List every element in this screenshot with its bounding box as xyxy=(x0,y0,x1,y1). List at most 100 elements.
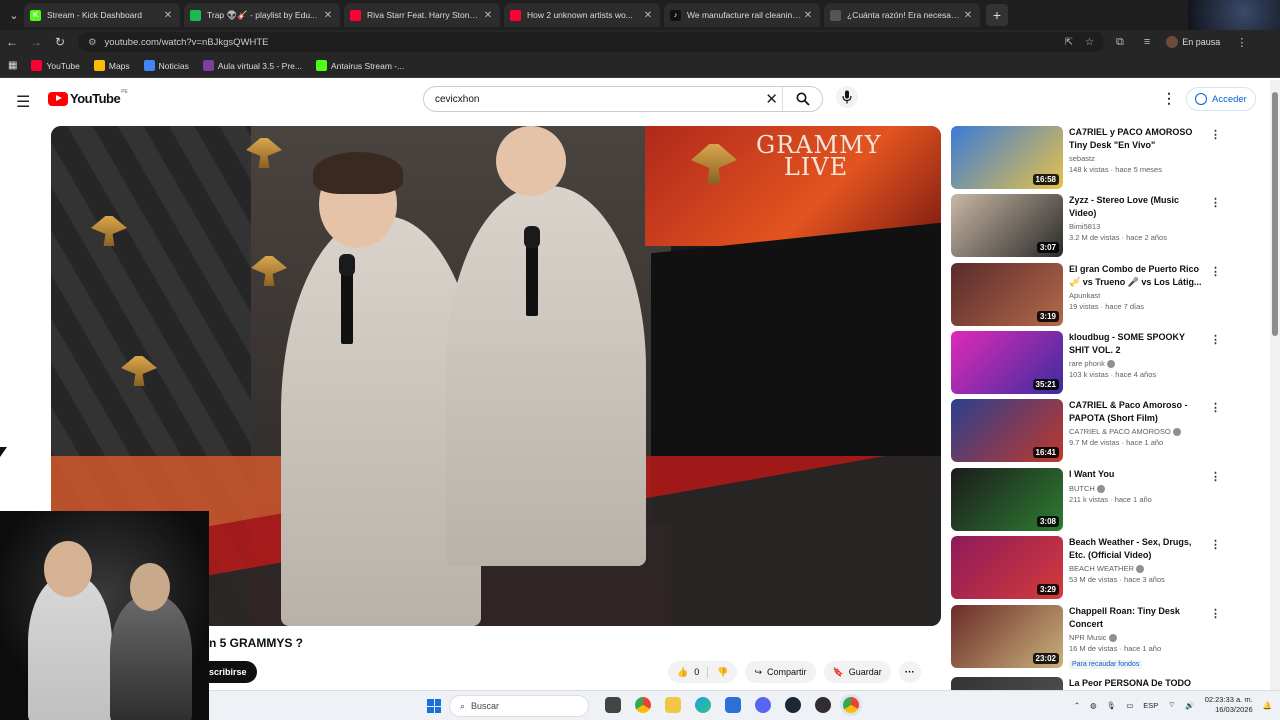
recommendation-item[interactable]: 3:19 El gran Combo de Puerto Rico 🎺 vs Tr… xyxy=(951,263,1221,327)
notification-bell-icon[interactable]: 🔔 xyxy=(1263,701,1272,710)
recommendation-thumbnail[interactable]: 23:02 xyxy=(951,605,1063,668)
close-tab-icon[interactable]: ✕ xyxy=(642,10,654,21)
browser-tab[interactable]: Riva Starr Feat. Harry Stone - I... ✕ xyxy=(344,3,500,27)
recommendation-title[interactable]: kloudbug - SOME SPOOKY SHIT VOL. 2 xyxy=(1069,331,1207,356)
close-tab-icon[interactable]: ✕ xyxy=(482,10,494,21)
close-tab-icon[interactable]: ✕ xyxy=(802,10,814,21)
recommendation-menu-icon[interactable]: ⋮ xyxy=(1210,265,1221,278)
recommendation-title[interactable]: Zyzz - Stereo Love (Music Video) xyxy=(1069,194,1207,219)
page-scrollbar[interactable] xyxy=(1270,80,1280,690)
network-icon[interactable]: ◍ xyxy=(1090,701,1097,710)
recommendation-channel[interactable]: BEACH WEATHER xyxy=(1069,564,1207,574)
search-input[interactable]: cevicxhon xyxy=(435,94,479,105)
recommendation-thumbnail[interactable]: 3:07 xyxy=(951,194,1063,257)
close-tab-icon[interactable]: ✕ xyxy=(962,10,974,21)
recommendation-item[interactable]: 35:21 kloudbug - SOME SPOOKY SHIT VOL. 2 r… xyxy=(951,331,1221,395)
close-tab-icon[interactable]: ✕ xyxy=(322,10,334,21)
browser-tab[interactable]: Trap 👽🎸 - playlist by Edu... ✕ xyxy=(184,3,340,27)
recommendation-thumbnail[interactable]: 16:41 xyxy=(951,399,1063,462)
browser-menu-icon[interactable]: ⋮ xyxy=(1236,36,1247,49)
recommendation-thumbnail[interactable]: 3:19 xyxy=(951,263,1063,326)
recommendation-item[interactable]: 16:41 CA7RIEL & Paco Amoroso - PAPOTA (Sh… xyxy=(951,399,1221,463)
new-tab-button[interactable]: + xyxy=(986,4,1008,26)
bookmark-star-icon[interactable]: ☆ xyxy=(1085,37,1094,48)
address-bar[interactable]: ⚙ youtube.com/watch?v=nBJkgsQWHTE ⇱ ☆ xyxy=(78,32,1104,52)
dislike-button[interactable]: 👎 xyxy=(708,667,737,678)
recommendation-menu-icon[interactable]: ⋮ xyxy=(1210,333,1221,346)
discord-icon[interactable] xyxy=(755,697,771,713)
bookmark-item[interactable]: Noticias xyxy=(143,60,189,71)
profile-button[interactable]: En pausa xyxy=(1166,36,1220,48)
chevron-up-icon[interactable]: ⌃ xyxy=(1074,701,1080,710)
share-button[interactable]: ↪ Compartir xyxy=(745,661,816,683)
chrome-active-icon[interactable] xyxy=(843,697,859,713)
recommendation-thumbnail[interactable]: 3:08 xyxy=(951,468,1063,531)
recommendation-thumbnail[interactable] xyxy=(951,677,1063,690)
volume-icon[interactable]: 🔊 xyxy=(1185,701,1194,710)
recommendation-item[interactable]: 23:02 Chappell Roan: Tiny Desk Concert NPR… xyxy=(951,605,1221,670)
task-view-icon[interactable] xyxy=(605,697,621,713)
scrollbar-thumb[interactable] xyxy=(1272,92,1278,336)
recommendation-title[interactable]: La Peor PERSONA De TODO xyxy=(1069,677,1207,690)
settings-kebab-icon[interactable]: ⋮ xyxy=(1162,90,1176,107)
clock[interactable]: 02:23:33 a. m. 16/03/2026 xyxy=(1205,695,1253,715)
recommendation-menu-icon[interactable]: ⋮ xyxy=(1210,196,1221,209)
bookmark-item[interactable]: Maps xyxy=(93,60,130,71)
recommendation-item[interactable]: 3:29 Beach Weather - Sex, Drugs, Etc. (Of… xyxy=(951,536,1221,600)
start-menu-icon[interactable] xyxy=(427,699,441,713)
signin-button[interactable]: Acceder xyxy=(1186,87,1256,111)
recommendation-menu-icon[interactable]: ⋮ xyxy=(1210,128,1221,141)
recommendation-channel[interactable]: sebastz xyxy=(1069,154,1207,163)
recommendation-channel[interactable]: CA7RIEL & PACO AMOROSO xyxy=(1069,427,1207,437)
tab-search-icon[interactable]: ⌄ xyxy=(4,9,24,22)
store-icon[interactable] xyxy=(725,697,741,713)
clear-search-icon[interactable]: ✕ xyxy=(765,90,778,108)
recommendation-title[interactable]: CA7RIEL & Paco Amoroso - PAPOTA (Short F… xyxy=(1069,399,1207,424)
taskbar-search[interactable]: ⌕ Buscar xyxy=(449,695,589,717)
media-icon[interactable]: ≡ xyxy=(1144,36,1150,48)
recommendation-thumbnail[interactable]: 16:58 xyxy=(951,126,1063,189)
recommendation-title[interactable]: CA7RIEL y PACO AMOROSO Tiny Desk "En Viv… xyxy=(1069,126,1207,151)
recommendation-menu-icon[interactable]: ⋮ xyxy=(1210,401,1221,414)
edge-icon[interactable] xyxy=(695,697,711,713)
subscribe-button[interactable]: scribirse xyxy=(209,661,257,683)
search-button[interactable] xyxy=(782,87,822,111)
recommendation-title[interactable]: Beach Weather - Sex, Drugs, Etc. (Offici… xyxy=(1069,536,1207,561)
apps-grid-icon[interactable]: ▦ xyxy=(8,60,17,71)
recommendation-thumbnail[interactable]: 35:21 xyxy=(951,331,1063,394)
recommendation-menu-icon[interactable]: ⋮ xyxy=(1210,607,1221,620)
browser-tab[interactable]: How 2 unknown artists wo... ✕ xyxy=(504,3,660,27)
recommendation-item[interactable]: 16:58 CA7RIEL y PACO AMOROSO Tiny Desk "E… xyxy=(951,126,1221,190)
site-info-icon[interactable]: ⚙ xyxy=(88,37,97,48)
voice-search-button[interactable] xyxy=(836,86,858,108)
recommendation-menu-icon[interactable]: ⋮ xyxy=(1210,538,1221,551)
bookmark-item[interactable]: Aula virtual 3.5 - Pre... xyxy=(202,60,302,71)
recommendation-title[interactable]: El gran Combo de Puerto Rico 🎺 vs Trueno… xyxy=(1069,263,1207,288)
reload-icon[interactable]: ↻ xyxy=(48,35,72,49)
close-tab-icon[interactable]: ✕ xyxy=(162,10,174,21)
recommendation-item[interactable]: 3:07 Zyzz - Stereo Love (Music Video) Bimi… xyxy=(951,194,1221,258)
recommendation-channel[interactable]: rare phonk xyxy=(1069,359,1207,369)
forward-icon[interactable]: → xyxy=(24,35,48,49)
recommendation-item[interactable]: La Peor PERSONA De TODO xyxy=(951,677,1221,690)
youtube-logo[interactable]: YouTube PE xyxy=(48,89,128,106)
recommendation-title[interactable]: I Want You xyxy=(1069,468,1207,481)
browser-tab[interactable]: ♪ We manufacture rail cleaning... ✕ xyxy=(664,3,820,27)
browser-tab[interactable]: ¿Cuánta razón! Era necesario p... ✕ xyxy=(824,3,980,27)
more-actions-icon[interactable]: ··· xyxy=(898,661,921,683)
browser-tab[interactable]: K Stream - Kick Dashboard ✕ xyxy=(24,3,180,27)
extensions-icon[interactable]: ⧉ xyxy=(1116,36,1124,49)
recommendation-title[interactable]: Chappell Roan: Tiny Desk Concert xyxy=(1069,605,1207,630)
language-indicator[interactable]: ESP xyxy=(1143,701,1158,710)
bookmark-item[interactable]: YouTube xyxy=(31,60,80,71)
recommendation-channel[interactable]: NPR Music xyxy=(1069,633,1207,643)
menu-icon[interactable]: ☰ xyxy=(16,92,30,112)
like-button[interactable]: 👍 0 xyxy=(668,666,709,678)
recommendation-thumbnail[interactable]: 3:29 xyxy=(951,536,1063,599)
install-icon[interactable]: ⇱ xyxy=(1065,37,1073,48)
recommendation-channel[interactable]: BUTCH xyxy=(1069,484,1207,493)
file-explorer-icon[interactable] xyxy=(665,697,681,713)
recommendation-channel[interactable]: Apunkast xyxy=(1069,291,1207,300)
wifi-icon[interactable]: ⌔ xyxy=(1168,700,1175,710)
display-icon[interactable]: ▭ xyxy=(1126,701,1133,710)
